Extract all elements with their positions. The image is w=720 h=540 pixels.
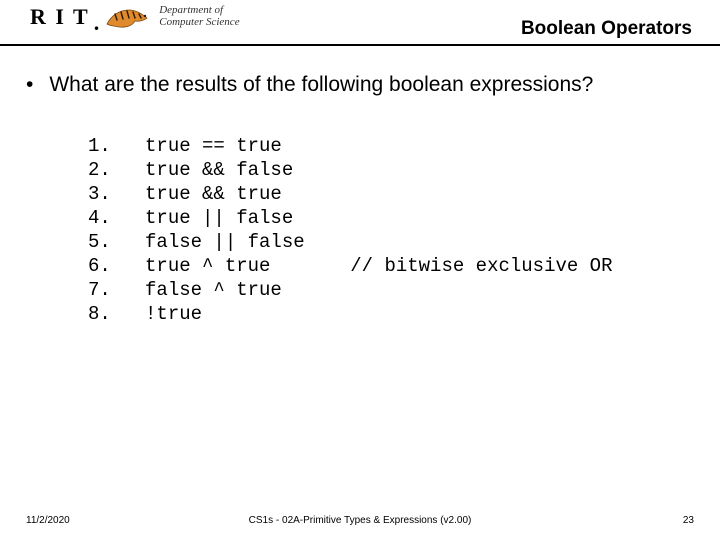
footer-center: CS1s - 02A-Primitive Types & Expressions…: [249, 515, 472, 526]
slide: R I T. Department of Computer Science Bo…: [0, 0, 720, 540]
footer-page: 23: [683, 515, 694, 526]
question-text: What are the results of the following bo…: [49, 72, 593, 98]
code-block: 1. true == true 2. true && false 3. true…: [88, 134, 700, 326]
body: • What are the results of the following …: [0, 46, 720, 326]
dept-line2: Computer Science: [159, 17, 239, 29]
tiger-icon: [105, 4, 151, 30]
logo-block: R I T. Department of Computer Science: [30, 4, 240, 30]
bullet-dot-icon: •: [26, 72, 33, 98]
org-dot: .: [94, 10, 100, 36]
org-abbrev: R I T: [30, 4, 90, 30]
footer-date: 11/2/2020: [26, 515, 70, 526]
header: R I T. Department of Computer Science Bo…: [0, 0, 720, 46]
dept-label: Department of Computer Science: [159, 5, 239, 28]
slide-title: Boolean Operators: [521, 18, 692, 40]
bullet: • What are the results of the following …: [30, 72, 700, 98]
